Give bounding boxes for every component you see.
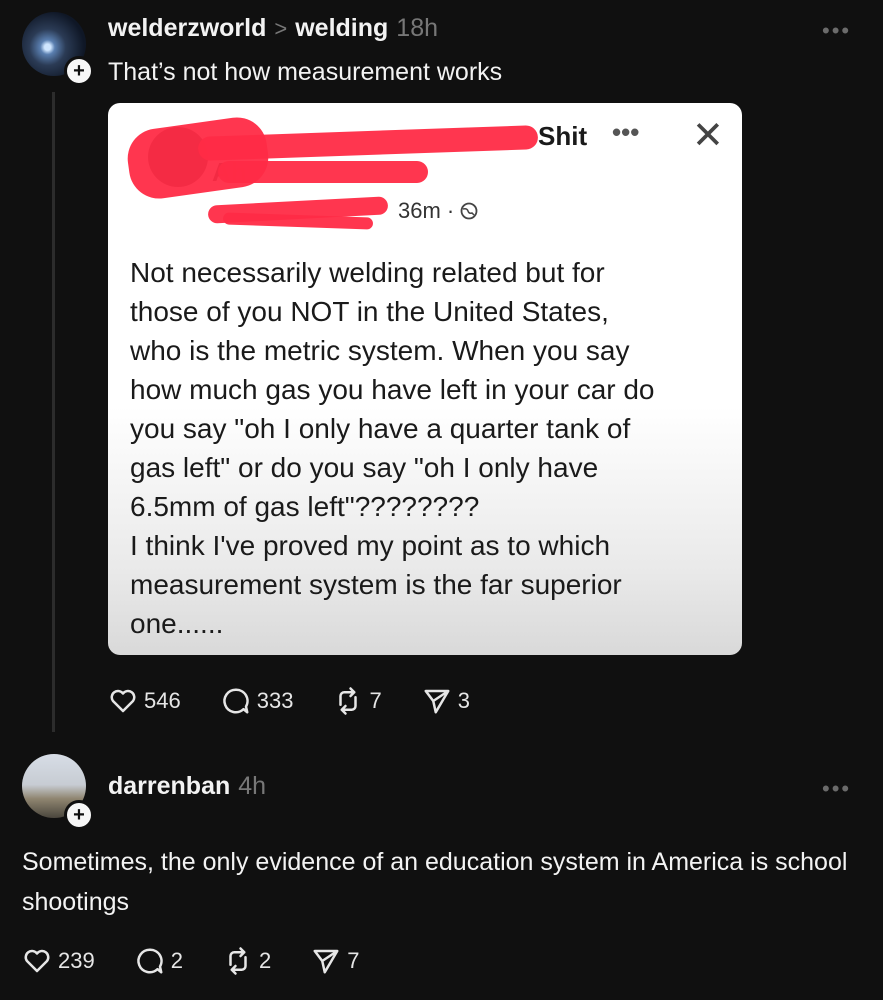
comment-icon [137, 948, 163, 974]
globe-icon [460, 202, 478, 220]
reply-comment-button[interactable]: 2 [135, 946, 183, 976]
reply-comment-count: 2 [170, 948, 183, 973]
reply-like-button[interactable]: 239 [22, 946, 95, 976]
embedded-screenshot[interactable]: Shit Ah ••• ✕ 36m · Not necessarily weld… [108, 103, 742, 655]
post-more-icon[interactable]: ••• [822, 18, 851, 44]
redaction-scribble [218, 161, 428, 183]
reply-header: darrenban 4h [108, 772, 266, 801]
reply-share-button[interactable]: 7 [311, 946, 359, 976]
embed-body-text: Not necessarily welding related but for … [130, 257, 655, 639]
embed-more-icon: ••• [612, 117, 640, 147]
comment-icon [223, 688, 249, 714]
breadcrumb-separator-icon: > [274, 16, 288, 41]
reply-time: 4h [238, 772, 267, 800]
embed-name-fragment: Shit [538, 121, 588, 151]
reply-repost-button[interactable]: 2 [223, 946, 271, 976]
author-username[interactable]: welderzworld [108, 14, 266, 43]
repost-button[interactable]: 7 [333, 686, 382, 716]
reply-follow-plus-icon[interactable]: + [64, 800, 94, 830]
like-button[interactable]: 546 [108, 686, 181, 716]
reply-actions: 239 2 2 7 [22, 946, 359, 976]
close-icon: ✕ [692, 115, 724, 157]
share-button[interactable]: 3 [422, 686, 470, 716]
like-count: 546 [144, 688, 181, 713]
reply-like-count: 239 [58, 948, 95, 973]
reply-more-icon[interactable]: ••• [822, 776, 851, 802]
post-actions: 546 333 7 3 [108, 686, 470, 716]
repost-count: 7 [369, 688, 382, 713]
follow-plus-icon[interactable]: + [64, 56, 94, 86]
reply-share-count: 7 [347, 948, 360, 973]
post-time: 18h [396, 14, 439, 42]
post-header: welderzworld > welding 18h [108, 14, 438, 43]
reply-text: Sometimes, the only evidence of an educa… [22, 848, 848, 916]
reply-repost-count: 2 [258, 948, 272, 973]
share-count: 3 [457, 688, 470, 713]
comment-button[interactable]: 333 [221, 686, 294, 716]
share-icon [313, 949, 339, 974]
reply-author-username[interactable]: darrenban [108, 772, 230, 801]
embed-time-label: 36m · [398, 198, 455, 223]
post-text: That’s not how measurement works [108, 58, 503, 86]
share-icon [424, 689, 450, 714]
community-name[interactable]: welding [295, 14, 388, 43]
embed-time: 36m · [398, 198, 478, 224]
comment-count: 333 [256, 688, 294, 713]
repost-icon [339, 687, 358, 715]
thread-line [52, 92, 55, 732]
heart-icon [110, 689, 136, 713]
heart-icon [24, 949, 50, 973]
repost-icon [229, 947, 247, 975]
